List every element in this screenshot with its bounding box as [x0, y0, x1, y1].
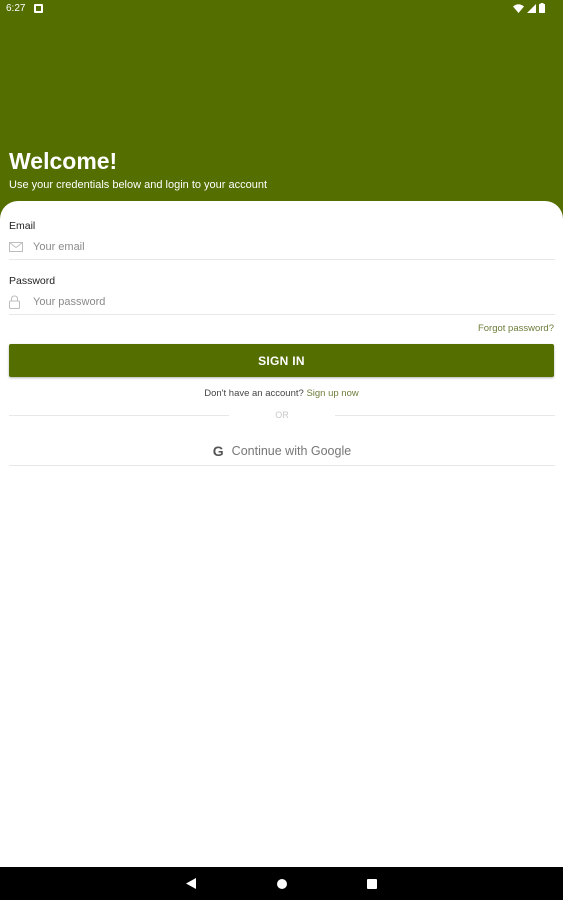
- wifi-icon: [513, 3, 524, 13]
- status-bar: 6:27: [0, 0, 563, 18]
- email-input[interactable]: [33, 240, 533, 253]
- signal-icon: [527, 3, 536, 13]
- email-field-row: [9, 234, 555, 260]
- lock-icon: [9, 294, 33, 309]
- page-subtitle: Use your credentials below and login to …: [9, 179, 268, 191]
- battery-icon: [539, 3, 545, 13]
- password-field-row: [9, 289, 555, 315]
- notification-icon: [34, 4, 43, 13]
- status-icons: [513, 3, 545, 13]
- google-sign-in-button[interactable]: G Continue with Google: [9, 437, 555, 466]
- divider-right: [335, 415, 555, 416]
- signup-prompt: Don't have an account? Sign up now: [0, 388, 563, 399]
- recents-icon[interactable]: [367, 879, 377, 889]
- google-icon: G: [212, 443, 224, 459]
- header-banner: 6:27 Welcome! Use your credentials below…: [0, 0, 563, 232]
- back-icon[interactable]: [186, 878, 196, 889]
- or-divider: OR: [9, 409, 555, 423]
- status-time: 6:27: [6, 3, 26, 14]
- sign-up-link[interactable]: Sign up now: [306, 388, 358, 399]
- forgot-password-link[interactable]: Forgot password?: [478, 323, 554, 334]
- password-label: Password: [9, 275, 56, 287]
- page-title: Welcome!: [9, 148, 118, 174]
- sign-in-button[interactable]: SIGN IN: [9, 344, 554, 377]
- home-icon[interactable]: [277, 879, 287, 889]
- google-button-label: Continue with Google: [231, 444, 352, 458]
- email-icon: [9, 241, 33, 252]
- email-label: Email: [9, 220, 36, 232]
- navigation-bar: [0, 867, 563, 900]
- no-account-text: Don't have an account?: [204, 388, 304, 399]
- password-input[interactable]: [33, 295, 533, 308]
